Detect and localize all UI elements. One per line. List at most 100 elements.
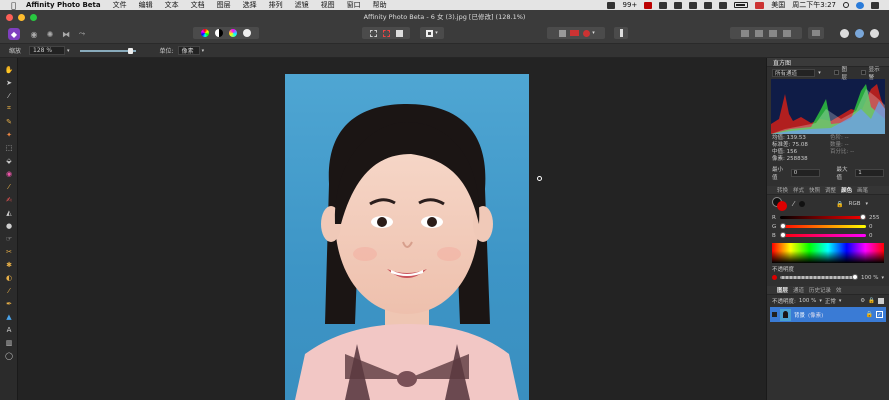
export-persona-icon[interactable]: ⤳	[76, 28, 88, 40]
menu-help[interactable]: 帮助	[373, 0, 387, 10]
color-replacement-icon[interactable]: ✍	[4, 195, 14, 204]
align-button[interactable]	[808, 27, 824, 39]
crop-icon[interactable]: ⌗	[4, 104, 14, 113]
arrange-forward-icon[interactable]	[769, 29, 777, 37]
input-method[interactable]: 美国	[771, 0, 785, 10]
control-center-icon[interactable]	[871, 1, 879, 9]
lock-icon[interactable]: 🔒	[836, 201, 843, 208]
dodge-icon[interactable]: ●	[4, 221, 14, 230]
r-slider-knob[interactable]	[860, 214, 866, 220]
arrange-backward-icon[interactable]	[755, 29, 763, 37]
channel-select[interactable]: 所有通道	[772, 68, 816, 77]
g-value[interactable]: 0	[869, 224, 873, 230]
share-icon[interactable]	[854, 28, 864, 38]
chevron-down-icon[interactable]: ▾	[866, 201, 869, 207]
clock[interactable]: 周二下午3:27	[792, 0, 836, 10]
user-icon[interactable]	[839, 28, 849, 38]
erase-brush-icon[interactable]: ◭	[4, 208, 14, 217]
photo-persona-icon[interactable]: ◆	[8, 28, 20, 40]
inpainting-icon[interactable]: ✱	[4, 260, 14, 269]
contrast-icon[interactable]	[215, 29, 223, 37]
gear-icon[interactable]: ⚙	[860, 298, 865, 304]
chevron-down-icon[interactable]: ▾	[881, 275, 884, 281]
menu-window[interactable]: 窗口	[347, 0, 361, 10]
flood-fill-icon[interactable]: ⬙	[4, 156, 14, 165]
mesh-warp-icon[interactable]: ▥	[4, 338, 14, 347]
opacity-slider-knob[interactable]	[852, 274, 858, 280]
pen-icon[interactable]: ✒	[4, 299, 14, 308]
tab-adjustments[interactable]: 调整	[825, 186, 836, 194]
layer-checkbox[interactable]	[833, 70, 839, 75]
white-balance-icon[interactable]	[243, 29, 251, 37]
smudge-icon[interactable]: ☞	[4, 234, 14, 243]
shape-icon[interactable]: ▲	[4, 312, 14, 321]
move-icon[interactable]: ➤	[4, 78, 14, 87]
menu-view[interactable]: 视图	[321, 0, 335, 10]
color-mode-select[interactable]: RGB	[849, 201, 861, 207]
zoom-slider[interactable]	[79, 47, 136, 54]
color-spectrum[interactable]	[772, 243, 884, 263]
subtract-selection-icon[interactable]	[382, 29, 390, 37]
tab-layers[interactable]: 图层	[777, 286, 788, 294]
liquify-persona-icon[interactable]: ◉	[28, 28, 40, 40]
layer-name[interactable]: 背景	[794, 311, 805, 319]
min-input[interactable]: 0	[790, 169, 820, 177]
tab-history[interactable]: 历史记录	[809, 286, 831, 294]
tab-snapshots[interactable]: 快照	[809, 186, 820, 194]
search-icon[interactable]	[843, 2, 849, 8]
menu-arrange[interactable]: 排列	[269, 0, 283, 10]
chevron-down-icon[interactable]: ▾	[592, 30, 595, 36]
b-slider-knob[interactable]	[780, 232, 786, 238]
tab-channels[interactable]: 通道	[793, 286, 804, 294]
apple-icon[interactable]: 	[9, 1, 18, 10]
opacity-value[interactable]: 100 %	[861, 275, 878, 281]
tab-styles[interactable]: 样式	[793, 186, 804, 194]
chevron-down-icon[interactable]: ▾	[67, 48, 70, 54]
blend-mode-select[interactable]: 正常	[825, 297, 836, 305]
magnet-icon[interactable]	[583, 29, 591, 37]
bluetooth-icon[interactable]	[674, 1, 683, 9]
arrange-back-icon[interactable]	[741, 29, 749, 37]
selection-brush-icon[interactable]: ✎	[4, 117, 14, 126]
chevron-down-icon[interactable]: ▾	[202, 48, 205, 54]
menu-filters[interactable]: 滤镜	[295, 0, 309, 10]
unit-select[interactable]: 像素	[177, 46, 200, 55]
gradient-icon[interactable]: ◉	[4, 169, 14, 178]
hsl-icon[interactable]	[229, 29, 237, 37]
g-slider[interactable]	[780, 223, 866, 229]
chevron-down-icon[interactable]: ▾	[839, 298, 842, 304]
snap-icon[interactable]	[570, 30, 580, 36]
zoom-slider-knob[interactable]	[127, 47, 133, 54]
clone-icon[interactable]: ✂	[4, 247, 14, 256]
tab-brushes[interactable]: 画笔	[857, 186, 868, 194]
quick-mask-button[interactable]: ▾	[420, 27, 444, 39]
menu-select[interactable]: 选择	[243, 0, 257, 10]
intersect-selection-icon[interactable]	[395, 29, 403, 37]
canvas-area[interactable]	[18, 58, 766, 400]
menu-layer[interactable]: 图层	[217, 0, 231, 10]
g-slider-knob[interactable]	[780, 223, 786, 229]
paint-brush-icon[interactable]: ⁄	[4, 182, 14, 191]
tab-transform[interactable]: 转换	[777, 186, 788, 194]
marquee-icon[interactable]	[369, 29, 377, 37]
rectangle-marquee-icon[interactable]: ⬚	[4, 143, 14, 152]
grid-icon[interactable]	[559, 29, 567, 37]
color-picker-icon[interactable]: ⁄	[4, 91, 14, 100]
tab-color[interactable]: 颜色	[841, 186, 852, 194]
app-red-icon[interactable]	[644, 1, 653, 9]
color-swatches[interactable]	[772, 197, 788, 211]
text-icon[interactable]: A	[4, 325, 14, 334]
flood-select-icon[interactable]: ✦	[4, 130, 14, 139]
screen-icon[interactable]	[659, 1, 668, 9]
siri-icon[interactable]	[856, 1, 864, 9]
assistant-button[interactable]	[614, 27, 628, 39]
wifi-icon[interactable]	[689, 1, 698, 9]
menu-document[interactable]: 文档	[191, 0, 205, 10]
zoom-icon[interactable]: ◯	[4, 351, 14, 360]
primary-swatch[interactable]	[777, 201, 787, 211]
menu-text[interactable]: 文本	[165, 0, 179, 10]
layer-lock-icon[interactable]: 🔒	[866, 311, 873, 318]
app-menu[interactable]: Affinity Photo Beta	[26, 1, 101, 9]
eyedropper-icon[interactable]: ⁄	[793, 200, 794, 208]
none-color-icon[interactable]	[799, 201, 806, 207]
